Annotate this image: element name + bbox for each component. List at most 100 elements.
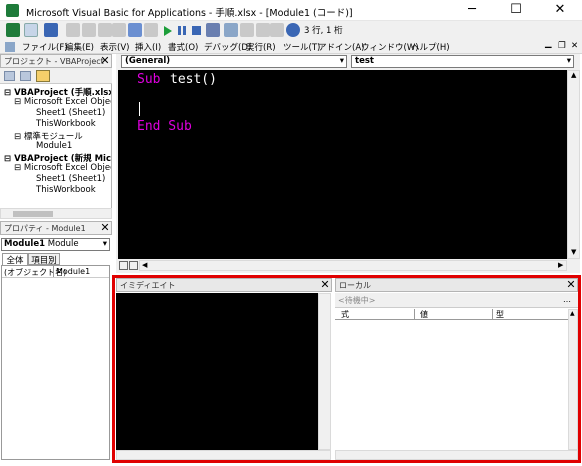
app-icon xyxy=(6,4,19,17)
chevron-down-icon: ▾ xyxy=(566,56,571,66)
properties-icon[interactable] xyxy=(240,23,254,37)
project-explorer-header: プロジェクト - VBAProject ✕ xyxy=(0,54,112,68)
scroll-left-icon[interactable]: ◀ xyxy=(142,261,147,269)
project-explorer-title: プロジェクト - VBAProject xyxy=(4,57,104,66)
menu-format[interactable]: 書式(O) xyxy=(168,41,198,53)
properties-header: プロパティ - Module1 ✕ xyxy=(0,221,112,235)
menu-help[interactable]: ヘルプ(H) xyxy=(411,41,450,53)
tree-node-thisworkbook-1[interactable]: ThisWorkbook xyxy=(36,119,96,129)
tab-categorized[interactable]: 項目別 xyxy=(28,253,60,266)
code-keyword-sub: Sub xyxy=(137,72,161,87)
save-icon[interactable] xyxy=(44,23,58,37)
menu-window[interactable]: ウィンドウ(W) xyxy=(361,41,419,53)
scroll-thumb[interactable] xyxy=(13,211,53,217)
break-icon[interactable] xyxy=(178,26,186,35)
copy-icon[interactable] xyxy=(82,23,96,37)
view-code-icon[interactable] xyxy=(4,71,15,81)
menu-insert[interactable]: 挿入(I) xyxy=(135,41,161,53)
scroll-right-icon[interactable]: ▶ xyxy=(558,261,563,269)
menu-file[interactable]: ファイル(F) xyxy=(22,41,68,53)
menu-tools[interactable]: ツール(T) xyxy=(283,41,320,53)
window-title: Microsoft Visual Basic for Applications … xyxy=(26,8,353,19)
tree-node-thisworkbook-2[interactable]: ThisWorkbook xyxy=(36,185,96,195)
close-window-button[interactable]: ✕ xyxy=(538,0,582,21)
code-hscrollbar[interactable]: ◀ ▶ xyxy=(139,260,567,271)
excel-view-icon[interactable] xyxy=(6,23,20,37)
insert-userform-icon[interactable] xyxy=(24,23,38,37)
menu-debug[interactable]: デバッグ(D) xyxy=(204,41,251,53)
project-tree: ⊟ VBAProject (手順.xlsx) ⊟ Microsoft Excel… xyxy=(0,84,112,208)
toolbox-icon[interactable] xyxy=(270,23,284,37)
procedure-view-icon[interactable] xyxy=(119,261,128,270)
tree-label: ThisWorkbook xyxy=(36,119,96,129)
minimize-button[interactable]: ─ xyxy=(450,0,494,21)
project-tree-hscrollbar[interactable] xyxy=(0,208,112,219)
menu-view[interactable]: 表示(V) xyxy=(100,41,129,53)
properties-title: プロパティ - Module1 xyxy=(4,224,86,233)
find-icon[interactable] xyxy=(112,23,126,37)
properties-grid: (オブジェクト名) Module1 xyxy=(1,265,110,460)
tab-alphabetic[interactable]: 全体 xyxy=(2,253,28,266)
project-explorer-toolbar xyxy=(0,68,112,84)
property-divider xyxy=(53,266,54,277)
tree-label: Sheet1 (Sheet1) xyxy=(36,174,106,184)
standard-toolbar: 3 行, 1 桁 xyxy=(0,21,582,40)
object-type: Module xyxy=(47,239,79,249)
tree-node-excel-objects-2[interactable]: ⊟ Microsoft Excel Objects xyxy=(14,163,111,173)
tree-node-sheet1-1[interactable]: Sheet1 (Sheet1) xyxy=(36,108,105,118)
run-icon[interactable] xyxy=(164,26,172,36)
code-editor[interactable]: Sub test() End Sub xyxy=(118,70,567,259)
scroll-up-icon[interactable]: ▲ xyxy=(571,71,576,79)
properties-object-select[interactable]: Module1 Module ▾ xyxy=(1,238,110,251)
tree-label: Sheet1 (Sheet1) xyxy=(36,108,106,118)
object-name: Module1 xyxy=(4,239,46,249)
tree-node-module1[interactable]: Module1 xyxy=(36,141,72,151)
tree-label: Microsoft Excel Objects xyxy=(23,97,111,107)
tree-label: Module1 xyxy=(36,141,73,151)
undo-icon[interactable] xyxy=(128,23,142,37)
chevron-down-icon: ▾ xyxy=(102,239,107,249)
tree-label: ThisWorkbook xyxy=(36,185,96,195)
project-explorer-icon[interactable] xyxy=(224,23,238,37)
mdi-close-button[interactable]: ✕ xyxy=(571,41,578,51)
object-combo-value: (General) xyxy=(125,56,171,66)
code-end-sub: End Sub xyxy=(137,119,192,134)
code-window: (General) ▾ test ▾ Sub test() End Sub ▲ … xyxy=(116,54,580,273)
text-cursor xyxy=(139,102,140,116)
tree-node-excel-objects-1[interactable]: ⊟ Microsoft Excel Objects xyxy=(14,97,111,107)
scroll-down-icon[interactable]: ▼ xyxy=(571,248,576,256)
object-browser-icon[interactable] xyxy=(256,23,270,37)
mdi-restore-button[interactable]: ❐ xyxy=(558,41,566,51)
menu-run[interactable]: 実行(R) xyxy=(246,41,276,53)
close-properties-icon[interactable]: ✕ xyxy=(99,222,111,234)
tree-label: Microsoft Excel Objects xyxy=(23,163,111,173)
toggle-folders-icon[interactable] xyxy=(36,70,50,82)
view-object-icon[interactable] xyxy=(20,71,31,81)
chevron-down-icon: ▾ xyxy=(339,56,344,66)
object-combobox[interactable]: (General) ▾ xyxy=(121,55,347,68)
highlight-box xyxy=(112,275,581,463)
procedure-combobox[interactable]: test ▾ xyxy=(351,55,574,68)
mdi-minimize-button[interactable]: ▁ xyxy=(545,39,552,49)
menu-addins[interactable]: アドイン(A) xyxy=(318,41,364,53)
redo-icon[interactable] xyxy=(144,23,158,37)
reset-icon[interactable] xyxy=(192,26,201,35)
code-vscrollbar[interactable]: ▲ ▼ xyxy=(567,70,580,259)
help-icon[interactable] xyxy=(286,23,300,37)
module-view-icon[interactable] xyxy=(129,261,138,270)
code-procedure-name: test() xyxy=(170,72,217,87)
procedure-combo-value: test xyxy=(355,56,374,66)
tree-node-sheet1-2[interactable]: Sheet1 (Sheet1) xyxy=(36,174,105,184)
module-icon xyxy=(5,42,15,52)
menu-edit[interactable]: 編集(E) xyxy=(65,41,94,53)
close-project-explorer-icon[interactable]: ✕ xyxy=(99,55,111,67)
cut-icon[interactable] xyxy=(66,23,80,37)
menu-bar: ファイル(F) 編集(E) 表示(V) 挿入(I) 書式(O) デバッグ(D) … xyxy=(0,39,582,54)
row-divider xyxy=(2,277,109,278)
maximize-button[interactable]: ☐ xyxy=(494,0,538,21)
design-mode-icon[interactable] xyxy=(206,23,220,37)
property-value[interactable]: Module1 xyxy=(56,267,90,276)
cursor-position: 3 行, 1 桁 xyxy=(304,26,343,36)
paste-icon[interactable] xyxy=(98,23,112,37)
title-bar: Microsoft Visual Basic for Applications … xyxy=(0,0,582,21)
